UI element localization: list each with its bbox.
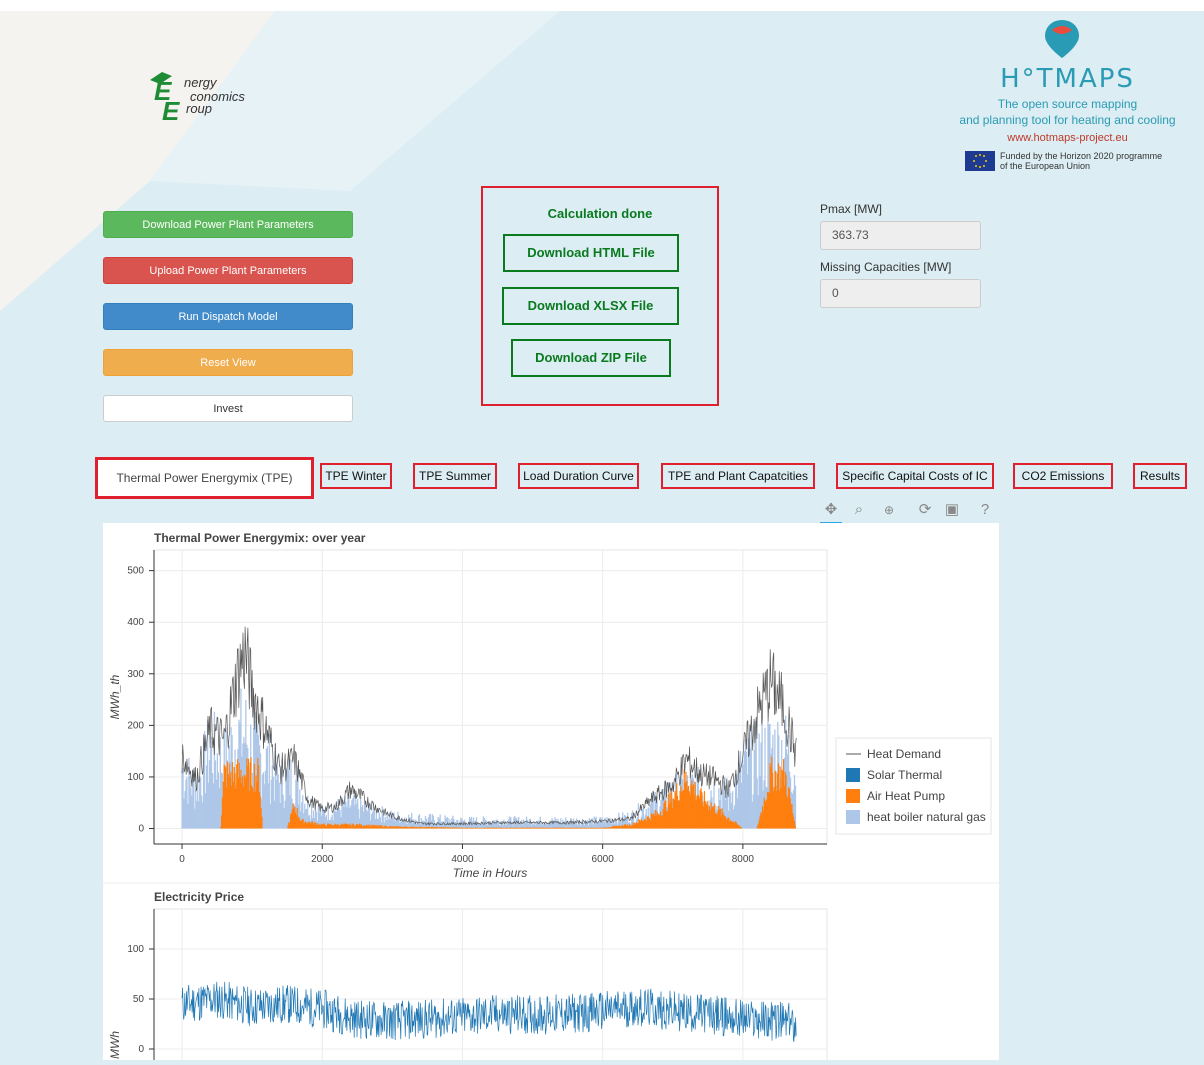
legend-air-heat-pump: Air Heat Pump [867, 789, 945, 803]
eu-text-line-2: of the European Union [1000, 161, 1091, 171]
tpe-x-ticks: 0 2000 4000 6000 8000 [179, 844, 754, 865]
calculation-panel: Calculation done Download HTML File Down… [481, 186, 719, 406]
tpe-x-tick-label: 6000 [592, 854, 615, 865]
tab-tpe-plant-capacities[interactable]: TPE and Plant Capatcities [661, 463, 815, 489]
legend-swatch-solar [846, 768, 860, 782]
download-parameters-button[interactable]: Download Power Plant Parameters [103, 211, 353, 238]
tpe-y-tick-label: 0 [138, 824, 144, 835]
tpe-chart: Thermal Power Energymix: over year 0 2000… [108, 531, 992, 880]
eu-funding-text: Funded by the Horizon 2020 programme of … [1000, 151, 1190, 171]
price-y-ticks: 0 50 100 [127, 944, 154, 1055]
price-chart-title: Electricity Price [154, 890, 244, 904]
tab-results[interactable]: Results [1133, 463, 1187, 489]
price-plot-frame [153, 908, 828, 1065]
tpe-y-tick-label: 300 [127, 669, 144, 680]
tpe-y-tick-label: 500 [127, 566, 144, 577]
eeg-line-3: roup [186, 101, 213, 116]
pan-icon[interactable]: ✥ [820, 500, 842, 524]
price-y-tick-label: 50 [133, 994, 145, 1005]
tpe-x-tick-label: 8000 [732, 854, 755, 865]
pmax-label: Pmax [MW] [820, 202, 882, 216]
calculation-status: Calculation done [547, 206, 653, 221]
upload-parameters-button[interactable]: Upload Power Plant Parameters [103, 257, 353, 284]
reset-view-button[interactable]: Reset View [103, 349, 353, 376]
tab-tpe-winter[interactable]: TPE Winter [320, 463, 392, 489]
hotmaps-logo: H°TMAPS The open source mapping and plan… [940, 18, 1195, 178]
eu-flag-icon [965, 151, 995, 171]
top-strip [0, 0, 1204, 11]
hotmaps-title: H°TMAPS [1000, 64, 1135, 94]
legend-swatch-boiler [846, 810, 860, 824]
tpe-x-tick-label: 0 [179, 854, 185, 865]
tpe-x-tick-label: 4000 [451, 854, 474, 865]
price-y-tick-label: 100 [127, 944, 144, 955]
tpe-x-label: Time in Hours [453, 866, 528, 880]
tpe-y-tick-label: 400 [127, 617, 144, 628]
tpe-y-label: MWh_th [108, 674, 122, 719]
tab-tpe[interactable]: Thermal Power Energymix (TPE) [95, 457, 314, 499]
chart-panel: Thermal Power Energymix: over year 0 2000… [103, 523, 999, 1065]
box-zoom-icon[interactable]: ⌕ [848, 500, 870, 522]
price-chart: Electricity Price 0 50 100 MWh [108, 890, 828, 1065]
eu-text-line-1: Funded by the Horizon 2020 programme [1000, 151, 1163, 161]
download-xlsx-button[interactable]: Download XLSX File [502, 287, 679, 325]
reset-icon[interactable]: ⟳ [914, 500, 936, 522]
tpe-y-tick-label: 100 [127, 772, 144, 783]
invest-button[interactable]: Invest [103, 395, 353, 422]
tab-co2-emissions[interactable]: CO2 Emissions [1013, 463, 1113, 489]
tab-load-duration-curve[interactable]: Load Duration Curve [518, 463, 639, 489]
tpe-x-tick-label: 2000 [311, 854, 334, 865]
missing-capacities-label: Missing Capacities [MW] [820, 260, 952, 274]
download-zip-button[interactable]: Download ZIP File [511, 339, 671, 377]
tab-tpe-summer[interactable]: TPE Summer [413, 463, 497, 489]
price-y-label: MWh [108, 1031, 122, 1059]
help-icon[interactable]: ? [974, 500, 996, 522]
wheel-zoom-icon[interactable]: ⊕ [878, 500, 900, 522]
tpe-y-ticks: 0 100 200 300 400 500 [127, 566, 154, 835]
legend-swatch-heat-pump [846, 789, 860, 803]
save-icon[interactable]: ▣ [941, 500, 963, 522]
missing-capacities-field[interactable]: 0 [820, 279, 981, 308]
tpe-y-tick-label: 200 [127, 720, 144, 731]
svg-text:E: E [162, 96, 180, 126]
tpe-chart-title: Thermal Power Energymix: over year [154, 531, 366, 545]
hotmaps-tagline-2: and planning tool for heating and coolin… [959, 113, 1176, 127]
download-html-button[interactable]: Download HTML File [503, 234, 679, 272]
run-dispatch-button[interactable]: Run Dispatch Model [103, 303, 353, 330]
plot-toolbar: ✥ ⌕ ⊕ ⟳ ▣ ? [818, 500, 1000, 524]
legend-solar-thermal: Solar Thermal [867, 768, 942, 782]
legend-heat-demand: Heat Demand [867, 747, 941, 761]
eeg-logo: E E nergy conomics roup [140, 62, 250, 132]
pmax-field[interactable]: 363.73 [820, 221, 981, 250]
map-pin-icon [1045, 20, 1079, 58]
charts-svg: Thermal Power Energymix: over year 0 2000… [103, 531, 999, 1065]
tpe-legend: Heat Demand Solar Thermal Air Heat Pump … [835, 737, 992, 835]
eeg-line-1: nergy [184, 75, 217, 90]
tab-specific-capital-costs[interactable]: Specific Capital Costs of IC [836, 463, 994, 489]
price-y-tick-label: 0 [138, 1044, 144, 1055]
legend-heat-boiler: heat boiler natural gas [867, 810, 986, 824]
hotmaps-tagline-1: The open source mapping [997, 97, 1138, 111]
hotmaps-url: www.hotmaps-project.eu [1007, 132, 1128, 144]
